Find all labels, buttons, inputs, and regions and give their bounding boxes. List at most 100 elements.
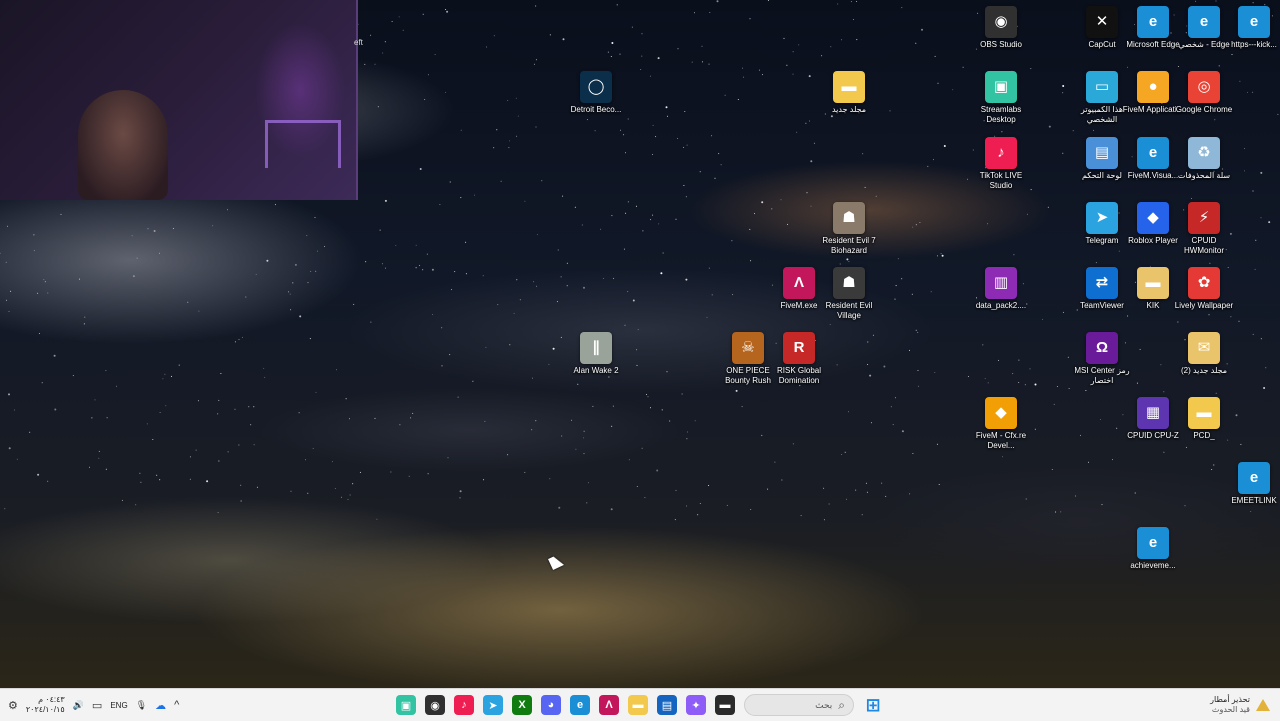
controlpanel-icon: ▤ (1086, 137, 1118, 169)
taskbar-obs-icon[interactable]: ◉ (425, 695, 445, 715)
microphone-icon[interactable]: 🎙 (136, 700, 147, 711)
search-icon: ⌕ (838, 697, 845, 712)
wifi-icon[interactable]: ▭ (92, 699, 102, 712)
taskbar-store-icon[interactable]: ▤ (657, 695, 677, 715)
edge1-icon: e (1137, 6, 1169, 38)
desktop-icon-streamlabs[interactable]: ▣ Streamlabs Desktop (970, 71, 1032, 125)
newfolder1-icon: ▬ (833, 71, 865, 103)
recycle-icon: ♻ (1188, 137, 1220, 169)
webcam-person (78, 90, 168, 200)
start-icon[interactable]: ⊞ (863, 695, 883, 715)
desktop-icon-msicenter[interactable]: Ω MSI Center رمز اختصار (1071, 332, 1133, 386)
desktop-icon-datapack[interactable]: ▥ data_pack2.... (970, 267, 1032, 311)
roblox-icon: ◆ (1137, 202, 1169, 234)
weather-title: تحذير أمطار (1210, 695, 1250, 704)
chevron-up-icon[interactable]: ^ (174, 699, 179, 711)
desktop-icon-revillage[interactable]: ☗ Resident Evil Village (818, 267, 880, 321)
desktop-icon-pcd[interactable]: ▬ PCD_ (1173, 397, 1235, 441)
taskbar: ⚙ ٠٤:٤٣ م ٢٠٢٤/١٠/١٥ 🔊 ▭ ENG 🎙 ☁ ^ ▣ ◉ ♪ ➤ X… (0, 688, 1280, 721)
desktop-icon-re7[interactable]: ☗ Resident Evil 7 Biohazard (818, 202, 880, 256)
desktop-icon-kick[interactable]: e https---kick... (1223, 6, 1280, 50)
teamviewer-icon: ⇄ (1086, 267, 1118, 299)
webcam-background-shelf (265, 120, 341, 168)
desktop-icon-label: Resident Evil 7 Biohazard (822, 236, 876, 255)
desktop-icon-recycle[interactable]: ♻ سلة المحذوفات (1173, 137, 1235, 181)
desktop-icon-label: achieveme... (1130, 561, 1176, 570)
fivemexe-icon: Λ (783, 267, 815, 299)
onedrive-icon[interactable]: ☁ (155, 699, 166, 712)
obs-icon: ◉ (985, 6, 1017, 38)
msicenter-icon: Ω (1086, 332, 1118, 364)
desktop-icon-fivemcfx[interactable]: ◆ FiveM - Cfx.re Devel... (970, 397, 1032, 451)
weather-widget[interactable]: تحذير أمطار قيد الحدوث (1210, 689, 1270, 721)
risk-icon: R (783, 332, 815, 364)
desktop-icon-lively[interactable]: ✿ Lively Wallpaper (1173, 267, 1235, 311)
taskbar-terminal-icon[interactable]: ▬ (715, 695, 735, 715)
desktop-icon-newfolder2[interactable]: ✉ (2) مجلد جديد (1173, 332, 1235, 376)
desktop[interactable]: eft ◉ OBS Studio ✕ CapCut e Microsoft Edge e شخ… (0, 0, 1280, 688)
desktop-icon-label: Resident Evil Village (825, 301, 873, 320)
desktop-icon-label: Alan Wake 2 (573, 366, 619, 375)
revillage-icon: ☗ (833, 267, 865, 299)
desktop-icon-label: EMEETLINK (1231, 496, 1277, 505)
taskbar-telegram-icon[interactable]: ➤ (483, 695, 503, 715)
taskbar-edge-icon[interactable]: e (570, 695, 590, 715)
streamlabs-icon: ▣ (985, 71, 1017, 103)
clock-time: ٠٤:٤٣ م (38, 695, 65, 704)
edge2-icon: e (1188, 6, 1220, 38)
desktop-icon-hwmonitor[interactable]: ⚡ CPUID HWMonitor (1173, 202, 1235, 256)
desktop-icon-label: سلة المحذوفات (1177, 171, 1231, 180)
language-indicator[interactable]: ENG (110, 701, 127, 710)
desktop-icon-emeetlink[interactable]: e EMEETLINK (1223, 462, 1280, 506)
desktop-icon-alanwake[interactable]: ∥ Alan Wake 2 (565, 332, 627, 376)
system-tray: ⚙ ٠٤:٤٣ م ٢٠٢٤/١٠/١٥ 🔊 ▭ ENG 🎙 ☁ ^ (8, 689, 179, 721)
taskbar-discord-icon[interactable]: ◕ (541, 695, 561, 715)
re7-icon: ☗ (833, 202, 865, 234)
taskbar-xbox-icon[interactable]: X (512, 695, 532, 715)
desktop-icon-label: Google Chrome (1175, 105, 1233, 114)
clock-date: ٢٠٢٤/١٠/١٥ (25, 705, 65, 714)
desktop-icon-risk[interactable]: R RISK Global Domination (768, 332, 830, 386)
search-box[interactable]: بحث ⌕ (744, 694, 854, 716)
chrome-icon: ◎ (1188, 71, 1220, 103)
desktop-icon-label: Detroit Beco... (570, 105, 622, 114)
capcut-icon: ✕ (1086, 6, 1118, 38)
desktop-icon-detroit[interactable]: ◯ Detroit Beco... (565, 71, 627, 115)
desktop-icon-obs[interactable]: ◉ OBS Studio (970, 6, 1032, 50)
desktop-icon-achieveme[interactable]: e achieveme... (1122, 527, 1184, 571)
volume-icon[interactable]: 🔊 (73, 700, 84, 711)
taskbar-streamlabs-icon[interactable]: ▣ (396, 695, 416, 715)
clock[interactable]: ٠٤:٤٣ م ٢٠٢٤/١٠/١٥ (26, 695, 65, 715)
settings-icon[interactable]: ⚙ (8, 699, 18, 712)
weather-text: تحذير أمطار قيد الحدوث (1210, 695, 1250, 715)
taskbar-copilot-icon[interactable]: ✦ (686, 695, 706, 715)
thispc-icon: ▭ (1086, 71, 1118, 103)
kik-icon: ▬ (1137, 267, 1169, 299)
desktop-icon-tiktok[interactable]: ♪ TikTok LIVE Studio (970, 137, 1032, 191)
detroit-icon: ◯ (580, 71, 612, 103)
pcd-icon: ▬ (1188, 397, 1220, 429)
fivemvisual-icon: e (1137, 137, 1169, 169)
taskbar-fivem-icon[interactable]: Λ (599, 695, 619, 715)
weather-subtitle: قيد الحدوث (1211, 705, 1250, 714)
fivemapp-icon: ● (1137, 71, 1169, 103)
desktop-icon-chrome[interactable]: ◎ Google Chrome (1173, 71, 1235, 115)
taskbar-explorer-icon[interactable]: ▬ (628, 695, 648, 715)
datapack-icon: ▥ (985, 267, 1017, 299)
hwmonitor-icon: ⚡ (1188, 202, 1220, 234)
mouse-cursor (548, 554, 564, 570)
pinned-apps: ▣ ◉ ♪ ➤ X ◕ e Λ ▬ ▤ ✦ ▬ (396, 695, 735, 715)
desktop-icon-label: FiveM - Cfx.re Devel... (975, 431, 1027, 450)
desktop-icon-newfolder1[interactable]: ▬ مجلد جديد (818, 71, 880, 115)
taskbar-tiktok-icon[interactable]: ♪ (454, 695, 474, 715)
webcam-partial-text: eft (354, 38, 363, 47)
alanwake-icon: ∥ (580, 332, 612, 364)
telegram-icon: ➤ (1086, 202, 1118, 234)
taskbar-apps: ▣ ◉ ♪ ➤ X ◕ e Λ ▬ ▤ ✦ ▬ بحث ⌕ ⊞ (396, 689, 883, 721)
desktop-icon-label: https---kick... (1231, 40, 1277, 49)
achieveme-icon: e (1137, 527, 1169, 559)
newfolder2-icon: ✉ (1188, 332, 1220, 364)
desktop-icon-label: Lively Wallpaper (1174, 301, 1234, 310)
desktop-icon-label: OBS Studio (980, 40, 1022, 49)
desktop-icon-label: MSI Center رمز اختصار (1074, 366, 1130, 385)
